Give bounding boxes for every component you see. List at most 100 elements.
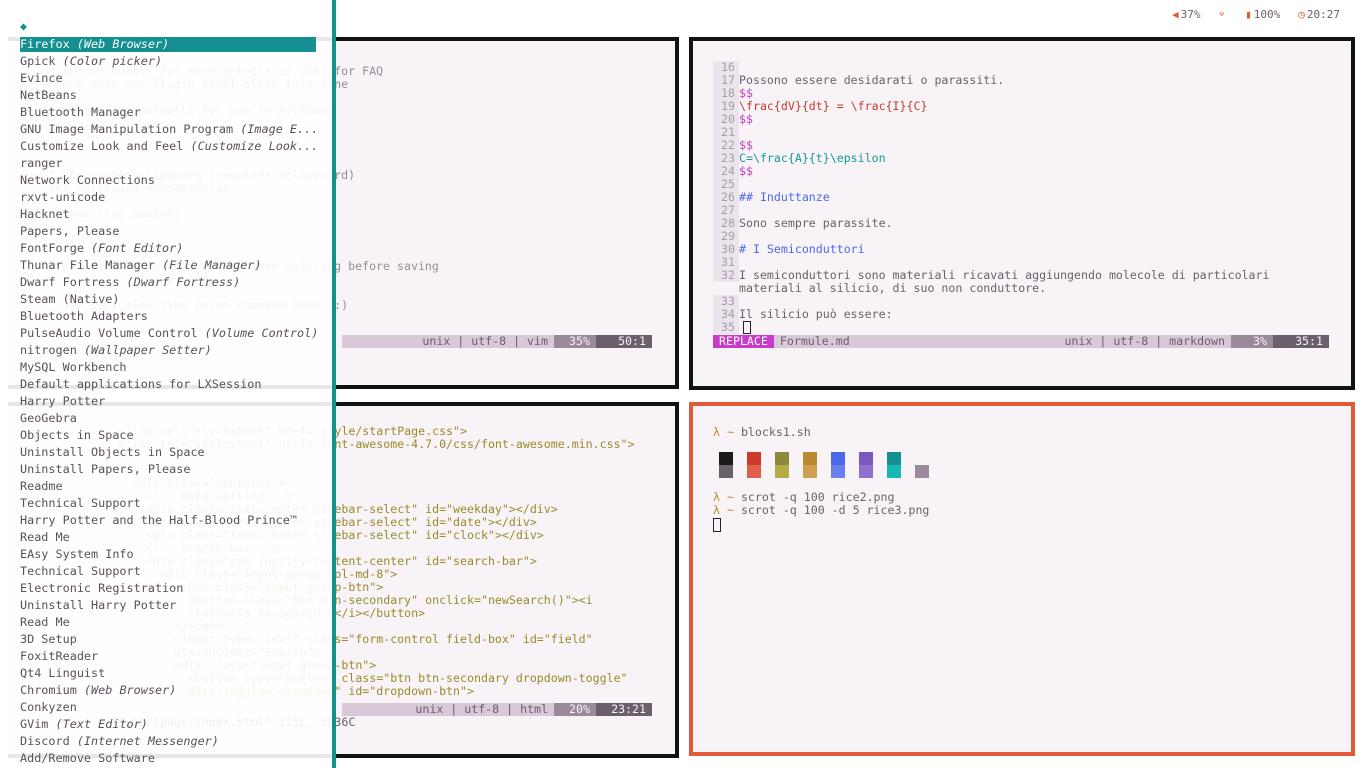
menu-item[interactable]: FontForge (Font Editor): [20, 241, 316, 256]
menu-item[interactable]: Steam (Native): [20, 292, 316, 307]
status-line: REPLACE Formule.md unix | utf-8 | markdown…: [713, 335, 1329, 348]
menu-item[interactable]: ranger: [20, 156, 316, 171]
menu-item[interactable]: Objects in Space: [20, 428, 316, 443]
menu-item[interactable]: Bluetooth Adapters: [20, 309, 316, 324]
vim-window-formule-md[interactable]: 16 17 Possono essere desidarati o parassit…: [689, 37, 1355, 390]
menu-item[interactable]: Papers, Please: [20, 224, 316, 239]
menu-item-description: (Image E...: [240, 122, 319, 136]
menu-item-name: rxvt-unicode: [20, 190, 106, 204]
cursor: [743, 321, 751, 334]
battery-indicator: ▮ 100%: [1245, 8, 1281, 21]
line-text: # I Semiconduttori: [739, 242, 865, 256]
volume-icon: ◀: [1172, 8, 1179, 21]
prompt: λ ~: [713, 490, 734, 504]
menu-item-name: GVim: [20, 717, 49, 731]
menu-item[interactable]: Conkyzen: [20, 700, 316, 715]
system-status: ◀ 37% ⌔ ▮ 100% ◷ 20:27: [1172, 8, 1340, 21]
menu-item[interactable]: Firefox (Web Browser): [20, 37, 316, 52]
menu-item-description: (Web Browser): [76, 37, 170, 51]
menu-item[interactable]: FoxitReader: [20, 649, 316, 664]
menu-item-description: (Wallpaper Setter): [83, 343, 212, 357]
line-text: materiali al silicio, di suo non condutt…: [739, 281, 1047, 295]
menu-item[interactable]: Harry Potter: [20, 394, 316, 409]
menu-item-name: FontForge: [20, 241, 84, 255]
menu-item-name: 3D Setup: [20, 632, 77, 646]
menu-item-name: GeoGebra: [20, 411, 77, 425]
menu-item[interactable]: Thunar File Manager (File Manager): [20, 258, 316, 273]
color-block: [747, 465, 761, 478]
menu-item[interactable]: Read Me: [20, 530, 316, 545]
color-block: [803, 465, 817, 478]
menu-item[interactable]: Bluetooth Manager: [20, 105, 316, 120]
menu-item[interactable]: Dwarf Fortress (Dwarf Fortress): [20, 275, 316, 290]
menu-item[interactable]: rxvt-unicode: [20, 190, 316, 205]
menu-item[interactable]: nitrogen (Wallpaper Setter): [20, 343, 316, 358]
scroll-percent: 3%: [1231, 335, 1273, 348]
menu-item[interactable]: Uninstall Objects in Space: [20, 445, 316, 460]
menu-item[interactable]: Read Me: [20, 615, 316, 630]
menu-item-name: GNU Image Manipulation Program: [20, 122, 234, 136]
menu-item-name: nitrogen: [20, 343, 77, 357]
menu-item-name: Technical Support: [20, 564, 141, 578]
menu-item[interactable]: Qt4 Linguist: [20, 666, 316, 681]
menu-item[interactable]: NetBeans: [20, 88, 316, 103]
wifi-icon[interactable]: ⌔: [1219, 8, 1226, 21]
line-text: $$: [739, 86, 753, 100]
menu-item[interactable]: Readme: [20, 479, 316, 494]
menu-item[interactable]: PulseAudio Volume Control (Volume Contro…: [20, 326, 318, 341]
terminal-window[interactable]: λ ~ blocks1.sh λ ~ scrot -q 100 rice2.png…: [689, 402, 1355, 756]
menu-item[interactable]: Network Connections: [20, 173, 316, 188]
menu-item-description: (Web Browser): [83, 683, 177, 697]
menu-item[interactable]: GeoGebra: [20, 411, 316, 426]
menu-item[interactable]: Add/Remove Software: [20, 751, 316, 766]
menu-item-name: Harry Potter and the Half-Blood Prince™: [20, 513, 297, 527]
line-text: C=\frac{A}{t}\epsilon: [739, 151, 886, 165]
menu-item-name: Harry Potter: [20, 394, 106, 408]
color-block: [859, 452, 873, 465]
line-text: ## Induttanze: [739, 190, 830, 204]
launcher-prompt[interactable]: ◆: [20, 19, 27, 33]
cursor-position: 23:21: [596, 703, 652, 716]
color-block: [747, 452, 761, 465]
menu-item[interactable]: Chromium (Web Browser): [20, 683, 316, 698]
menu-item[interactable]: GVim (Text Editor): [20, 717, 316, 732]
file-info: unix | utf-8 | markdown: [1064, 334, 1225, 348]
menu-item-name: Qt4 Linguist: [20, 666, 106, 680]
line-text: $$: [739, 164, 753, 178]
menu-item[interactable]: Uninstall Harry Potter: [20, 598, 316, 613]
line-number: 35: [713, 321, 739, 334]
menu-item[interactable]: Technical Support: [20, 496, 316, 511]
menu-item-name: Uninstall Harry Potter: [20, 598, 177, 612]
menu-item[interactable]: Evince: [20, 71, 316, 86]
menu-item[interactable]: Uninstall Papers, Please: [20, 462, 316, 477]
menu-item-name: Thunar File Manager: [20, 258, 155, 272]
menu-item-name: Firefox: [20, 37, 70, 51]
code-line: 35: [713, 321, 739, 334]
menu-item[interactable]: Customize Look and Feel (Customize Look.…: [20, 139, 319, 154]
menu-item-description: (Customize Look...: [190, 139, 319, 153]
color-block: [803, 452, 817, 465]
color-block: [831, 465, 845, 478]
menu-item[interactable]: Discord (Internet Messenger): [20, 734, 316, 749]
menu-item[interactable]: GNU Image Manipulation Program (Image E.…: [20, 122, 319, 137]
menu-item-name: Bluetooth Manager: [20, 105, 141, 119]
volume-indicator[interactable]: ◀ 37%: [1172, 8, 1201, 21]
menu-item[interactable]: Electronic Registration: [20, 581, 316, 596]
menu-item[interactable]: Hacknet: [20, 207, 316, 222]
line-text: $$: [739, 112, 753, 126]
file-info: unix | utf-8 | vim: [422, 334, 548, 348]
menu-item[interactable]: Technical Support: [20, 564, 316, 579]
menu-item[interactable]: EAsy System Info: [20, 547, 316, 562]
menu-item[interactable]: Harry Potter and the Half-Blood Prince™: [20, 513, 316, 528]
menu-item[interactable]: 3D Setup: [20, 632, 316, 647]
menu-item[interactable]: Default applications for LXSession: [20, 377, 316, 392]
code-line: 28 Sono sempre parassite.: [713, 217, 893, 230]
cursor: [713, 518, 721, 532]
menu-item[interactable]: MySQL Workbench: [20, 360, 316, 375]
menu-item[interactable]: Gpick (Color picker): [20, 54, 316, 69]
prompt: λ ~: [713, 425, 734, 439]
app-launcher-menu: ◆ Firefox (Web Browser) Gpick (Color pick…: [0, 0, 336, 768]
line-text: \frac{dV}{dt} = \frac{I}{C}: [739, 99, 928, 113]
menu-item-name: Uninstall Objects in Space: [20, 445, 205, 459]
file-name: Formule.md: [779, 334, 850, 348]
